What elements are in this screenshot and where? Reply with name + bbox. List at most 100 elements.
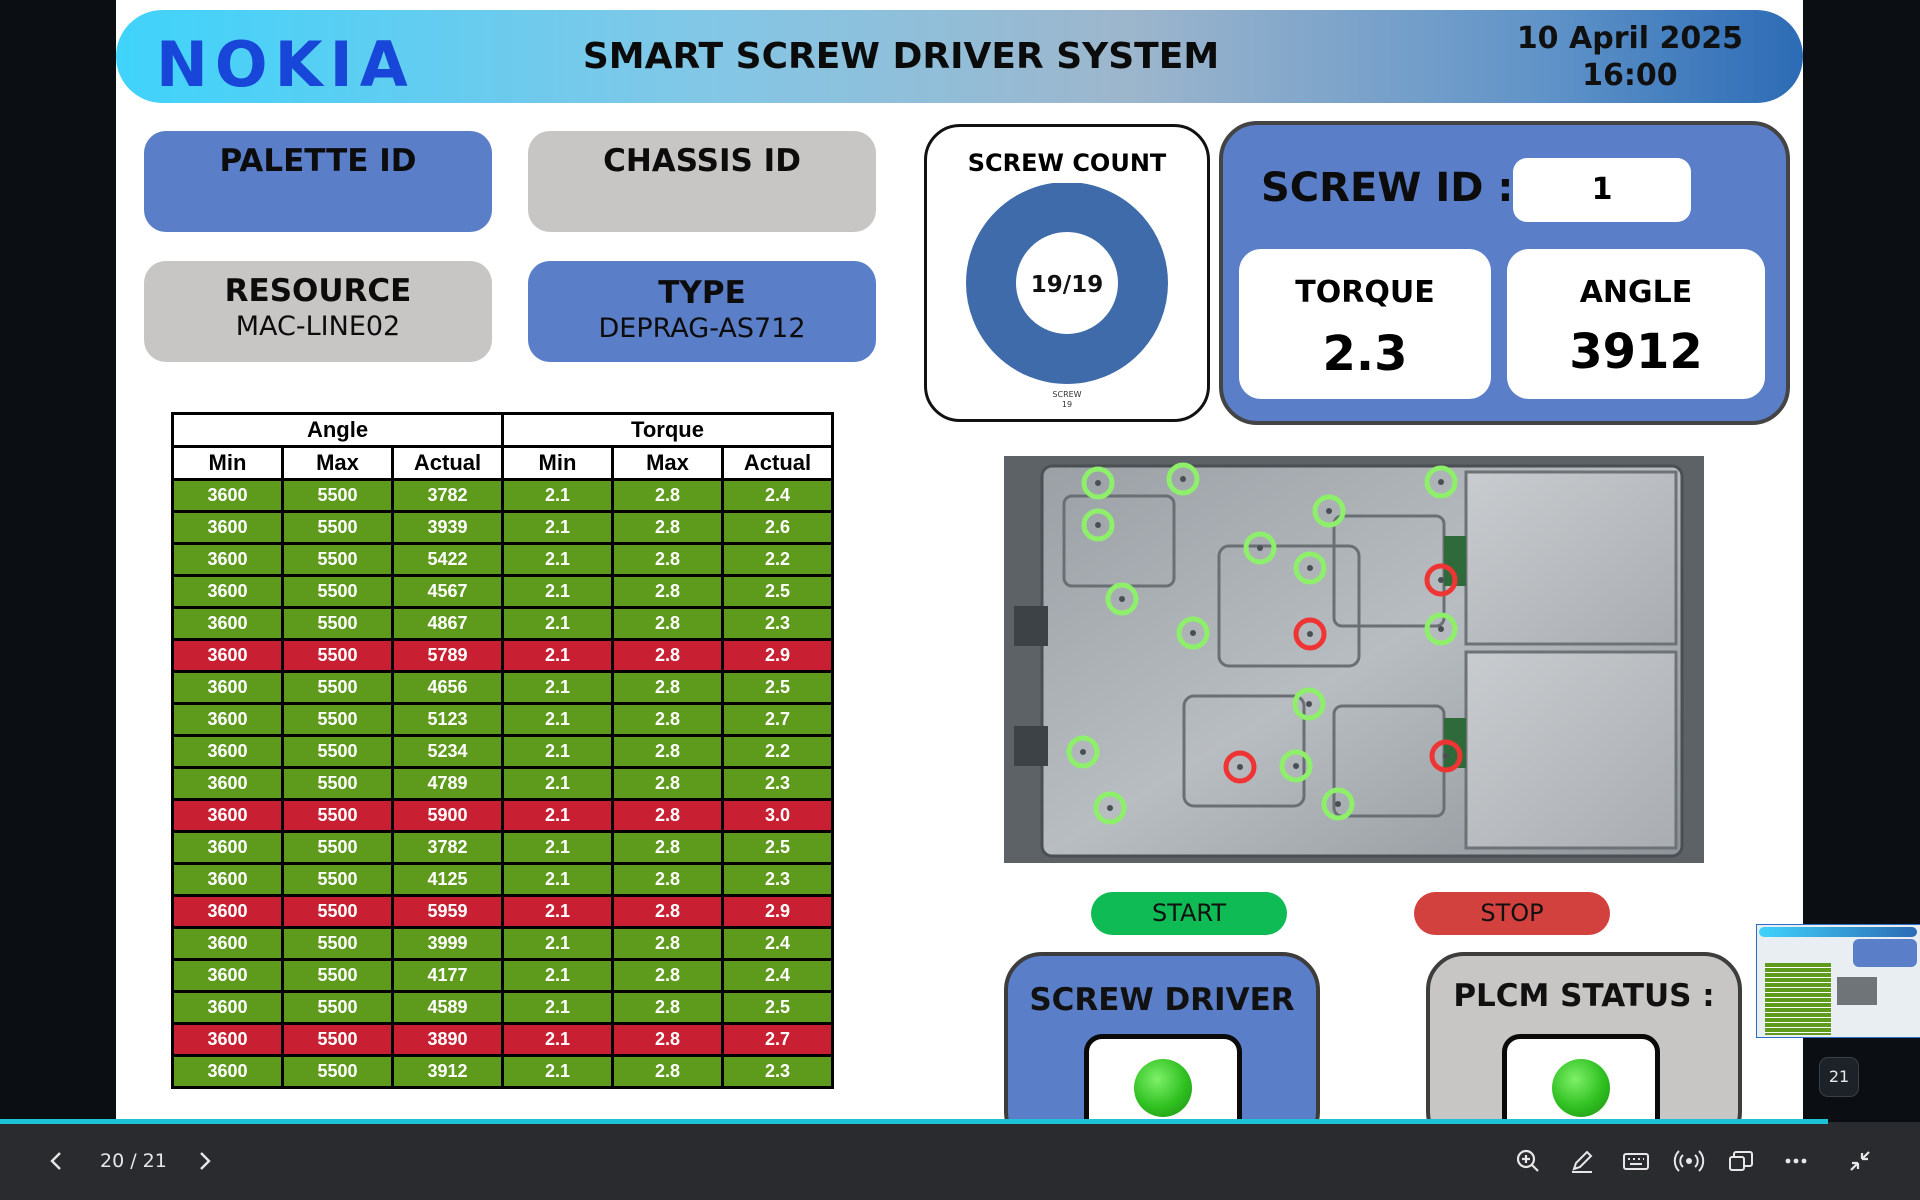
zoom-in-icon[interactable] [1511,1144,1545,1178]
table-row: 3600 5500 5422 2.1 2.8 2.2 [171,542,834,577]
table-cell: 3600 [171,990,284,1025]
table-cell: 5500 [281,606,394,641]
table-cell: 3600 [171,734,284,769]
angle-label: ANGLE [1579,275,1693,310]
screw-id-value: 1 [1513,158,1691,222]
table-cell: 2.1 [501,926,614,961]
resource-value: MAC-LINE02 [235,311,401,342]
page-title: SMART SCREW DRIVER SYSTEM [582,36,1220,77]
torque-value: 2.3 [1322,326,1408,382]
table-row: 3600 5500 4589 2.1 2.8 2.5 [171,990,834,1025]
screw-driver-indicator-box [1084,1034,1242,1122]
table-cell: 3782 [391,478,504,513]
table-cell: 3600 [171,798,284,833]
table-cell: 5500 [281,1054,394,1089]
table-cell: 2.4 [721,958,834,993]
table-cell: 4789 [391,766,504,801]
table-cell: 2.2 [721,734,834,769]
table-cell: 3600 [171,638,284,673]
table-cell: 5123 [391,702,504,737]
table-cell: 2.1 [501,702,614,737]
chevron-right-icon[interactable] [187,1144,221,1178]
table-cell: 3600 [171,478,284,513]
torque-label: TORQUE [1295,275,1435,310]
table-cell: 3600 [171,542,284,577]
table-cell: 2.5 [721,670,834,705]
table-cell: 4567 [391,574,504,609]
screw-driver-status-lamp [1134,1059,1192,1117]
chassis-id-label: CHASSIS ID [603,143,801,179]
keyboard-icon[interactable] [1619,1144,1653,1178]
thumbnail-table [1765,963,1831,1035]
column-header: Actual [391,445,504,481]
table-cell: 3600 [171,510,284,545]
table-cell: 2.8 [611,1022,724,1057]
exit-fullscreen-icon[interactable] [1843,1144,1877,1178]
table-cell: 5234 [391,734,504,769]
table-row: 3600 5500 4789 2.1 2.8 2.3 [171,766,834,801]
table-cell: 2.8 [611,510,724,545]
table-cell: 2.8 [611,894,724,929]
chassis-id-card: CHASSIS ID [528,131,876,232]
plcm-status-label: PLCM STATUS : [1453,978,1715,1014]
table-cell: 2.8 [611,702,724,737]
type-card: TYPE DEPRAG-AS712 [528,261,876,362]
table-cell: 2.8 [611,478,724,513]
table-cell: 3999 [391,926,504,961]
table-cell: 5789 [391,638,504,673]
type-label: TYPE [658,275,746,311]
screw-count-title: SCREW COUNT [967,149,1167,177]
table-cell: 2.8 [611,606,724,641]
table-cell: 4177 [391,958,504,993]
time-text: 16:00 [1582,58,1678,93]
table-cell: 2.5 [721,990,834,1025]
donut-legend-label: SCREW [1052,390,1081,399]
table-cell: 5500 [281,766,394,801]
table-cell: 3890 [391,1022,504,1057]
broadcast-icon[interactable] [1672,1144,1706,1178]
table-cell: 5500 [281,478,394,513]
table-cell: 2.8 [611,1054,724,1089]
table-cell: 2.1 [501,766,614,801]
header-banner: NOKIA SMART SCREW DRIVER SYSTEM 10 April… [116,10,1803,103]
stop-button[interactable]: STOP [1414,892,1610,935]
table-row: 3600 5500 5123 2.1 2.8 2.7 [171,702,834,737]
pen-icon[interactable] [1565,1144,1599,1178]
table-row: 3600 5500 5234 2.1 2.8 2.2 [171,734,834,769]
chevron-left-icon[interactable] [40,1144,74,1178]
table-cell: 2.8 [611,926,724,961]
table-cell: 2.8 [611,958,724,993]
table-cell: 3600 [171,830,284,865]
screw-driver-panel: SCREW DRIVER [1004,952,1320,1122]
plcm-status-panel: PLCM STATUS : [1426,952,1742,1122]
table-cell: 2.1 [501,574,614,609]
table-cell: 2.7 [721,702,834,737]
next-slide-badge[interactable]: 21 [1819,1057,1859,1097]
table-cell: 4125 [391,862,504,897]
table-cell: 3.0 [721,798,834,833]
table-cell: 5500 [281,638,394,673]
column-header-row: Min Max Actual Min Max Actual [171,445,834,481]
palette-id-card: PALETTE ID [144,131,492,232]
side-connector [1014,726,1048,766]
start-button[interactable]: START [1091,892,1287,935]
table-row: 3600 5500 4867 2.1 2.8 2.3 [171,606,834,641]
table-cell: 5500 [281,862,394,897]
table-cell: 2.3 [721,606,834,641]
table-cell: 2.2 [721,542,834,577]
table-cell: 5500 [281,798,394,833]
group-header-row: Angle Torque [171,412,834,448]
next-slide-thumbnail[interactable] [1756,924,1920,1038]
more-icon[interactable] [1779,1144,1813,1178]
table-cell: 2.1 [501,862,614,897]
table-cell: 3600 [171,702,284,737]
table-cell: 3600 [171,766,284,801]
table-row: 3600 5500 5959 2.1 2.8 2.9 [171,894,834,929]
thumbnail-panel [1853,939,1917,967]
cast-icon[interactable] [1725,1144,1759,1178]
presentation-slide: NOKIA SMART SCREW DRIVER SYSTEM 10 April… [116,0,1803,1122]
table-cell: 2.7 [721,1022,834,1057]
table-row: 3600 5500 3999 2.1 2.8 2.4 [171,926,834,961]
table-cell: 3600 [171,894,284,929]
angle-value: 3912 [1569,324,1703,380]
